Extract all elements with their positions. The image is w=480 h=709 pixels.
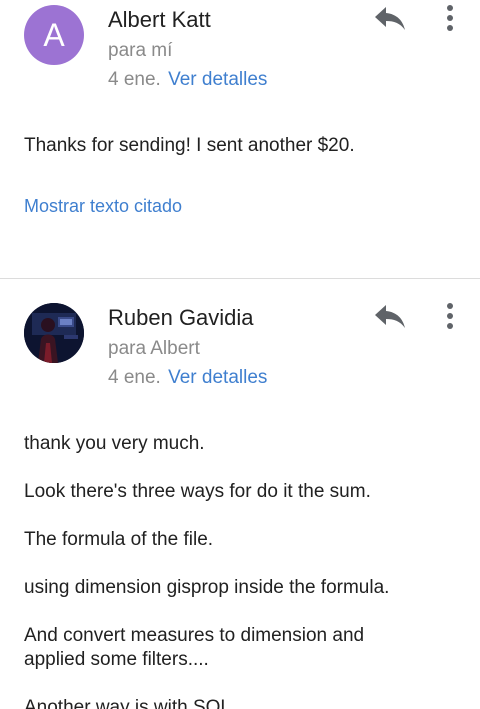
body-paragraph: Another way is with SQL <box>24 697 231 709</box>
body-paragraph: Thanks for sending! I sent another $20. <box>24 135 355 156</box>
view-details-link[interactable]: Ver detalles <box>168 69 267 90</box>
sender-name: Ruben Gavidia <box>108 305 254 330</box>
message-card: Ruben Gavidia para Albert 4 ene. Ver det… <box>0 279 480 709</box>
reply-icon <box>375 305 405 328</box>
sender-avatar[interactable] <box>24 303 84 363</box>
recipient-line: para mí <box>108 40 173 61</box>
body-paragraph: using dimension gisprop inside the formu… <box>24 577 390 598</box>
recipient-line: para Albert <box>108 338 200 359</box>
reply-button[interactable] <box>372 302 408 330</box>
avatar-letter: A <box>43 17 65 53</box>
more-vert-icon <box>447 303 453 329</box>
message-date: 4 ene. <box>108 367 161 388</box>
body-paragraph: The formula of the file. <box>24 529 214 550</box>
more-options-button[interactable] <box>438 301 462 331</box>
show-quoted-text-link[interactable]: Mostrar texto citado <box>24 196 182 217</box>
body-paragraph: thank you very much. <box>24 433 205 454</box>
more-vert-icon <box>447 5 453 31</box>
date-line: 4 ene. Ver detalles <box>108 69 267 91</box>
date-line: 4 ene. Ver detalles <box>108 367 267 389</box>
reply-icon <box>375 7 405 30</box>
email-thread: A Albert Katt para mí 4 ene. Ver detalle… <box>0 0 480 709</box>
more-options-button[interactable] <box>438 3 462 33</box>
reply-button[interactable] <box>372 4 408 32</box>
body-paragraph: And convert measures to dimension and ap… <box>24 625 365 670</box>
view-details-link[interactable]: Ver detalles <box>168 367 267 388</box>
message-date: 4 ene. <box>108 69 161 90</box>
sender-name: Albert Katt <box>108 7 211 32</box>
message-card: A Albert Katt para mí 4 ene. Ver detalle… <box>0 0 480 278</box>
sender-avatar[interactable]: A <box>24 5 84 65</box>
message-body: Thanks for sending! I sent another $20. <box>24 134 355 158</box>
body-paragraph: Look there's three ways for do it the su… <box>24 481 371 502</box>
avatar-photo-image <box>24 303 84 363</box>
